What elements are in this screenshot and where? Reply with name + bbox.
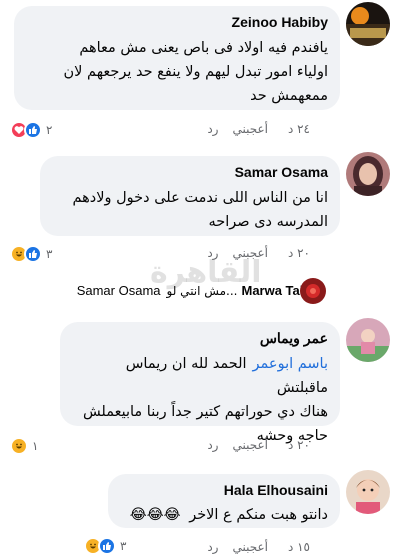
comment-line: المدرسه دى صراحه (208, 214, 328, 230)
comment-bubble: Samar Osama انا من الناس اللى ندمت على د… (40, 156, 340, 236)
like-icon (24, 245, 42, 263)
reaction-summary[interactable]: ١ (10, 436, 38, 456)
reply-preview[interactable]: Samar Osama مش انتي لو... Marwa Taher (77, 283, 320, 298)
comment-timestamp[interactable]: ٢٠ د (288, 438, 310, 452)
comment-timestamp[interactable]: ٢٠ د (288, 246, 310, 260)
comment-actions: ٢٠ د أعجبني رد (193, 438, 310, 454)
comment-actions: ٢٠ د أعجبني رد (193, 246, 310, 262)
reply-button[interactable]: رد (207, 122, 218, 136)
comment-author[interactable]: Samar Osama (52, 164, 328, 181)
comment-line: يافندم فيه اولاد فى باص يعنى مش معاهم (79, 40, 328, 56)
like-icon (98, 537, 116, 555)
avatar[interactable] (346, 470, 390, 514)
comment-author[interactable]: Hala Elhousaini (120, 482, 328, 499)
mention-link[interactable]: باسم ابوعمر (253, 356, 328, 372)
reaction-count: ٣ (120, 539, 127, 553)
avatar[interactable] (346, 2, 390, 46)
reply-button[interactable]: رد (207, 438, 218, 452)
comment-line: هناك دي حوراتهم كتير جداً ربنا مابيعملش (82, 404, 328, 420)
comment-text: انا من الناس اللى ندمت على دخول ولادهم ا… (52, 186, 329, 234)
like-button[interactable]: أعجبني (232, 246, 267, 260)
reply-target-name: Samar Osama (76, 283, 161, 298)
comment-bubble: Hala Elhousaini دانتو هبت منكم ع الاخر 😂… (108, 474, 340, 528)
comment-line-with-mention: باسم ابوعمرالحمد لله ان ريماس ماقبلتش (72, 352, 328, 400)
comment-text: دانتو هبت منكم ع الاخر 😂😂😂 (120, 503, 328, 527)
comment-line: ممعهمش حد (250, 88, 328, 104)
reply-button[interactable]: رد (207, 246, 218, 260)
reaction-summary[interactable]: ٣ (10, 244, 52, 264)
comment-actions: ٢٤ د أعجبني رد (193, 122, 310, 138)
comment-text: باسم ابوعمرالحمد لله ان ريماس ماقبلتش هن… (72, 352, 328, 448)
avatar[interactable] (346, 318, 390, 362)
haha-icon (10, 437, 28, 455)
comment-text: يافندم فيه اولاد فى باص يعنى مش معاهم او… (26, 36, 328, 108)
comment-actions: ١٥ د أعجبني رد (193, 540, 310, 556)
avatar[interactable] (346, 152, 390, 196)
comment-author[interactable]: Zeinoo Habiby (26, 14, 328, 31)
reaction-count: ١ (32, 439, 39, 453)
like-button[interactable]: أعجبني (232, 540, 267, 554)
comment-line: دانتو هبت منكم ع الاخر (189, 507, 328, 523)
reaction-summary[interactable]: ٣ (84, 536, 126, 556)
comment-timestamp[interactable]: ٢٤ د (288, 122, 310, 136)
avatar[interactable] (300, 278, 326, 304)
emoji-text: 😂😂😂 (129, 507, 181, 523)
reaction-summary[interactable]: ٢ (10, 120, 52, 140)
reply-preview-text: مش انتي لو... (166, 283, 238, 298)
comment-bubble: عمر ويماس باسم ابوعمرالحمد لله ان ريماس … (60, 322, 340, 444)
like-button[interactable]: أعجبني (232, 438, 267, 452)
comment-author[interactable]: عمر ويماس (72, 330, 328, 347)
like-icon (24, 121, 42, 139)
like-button[interactable]: أعجبني (232, 122, 267, 136)
reaction-count: ٢ (46, 123, 53, 137)
reaction-count: ٣ (46, 247, 53, 261)
comment-timestamp[interactable]: ١٥ د (288, 540, 310, 554)
comment-line: اولياء امور تبدل ليهم ولا ينفع حد يرجعهم… (63, 64, 328, 80)
reply-button[interactable]: رد (207, 540, 218, 554)
comment-line: انا من الناس اللى ندمت على دخول ولادهم (72, 190, 329, 206)
comment-bubble: Zeinoo Habiby يافندم فيه اولاد فى باص يع… (14, 6, 340, 110)
